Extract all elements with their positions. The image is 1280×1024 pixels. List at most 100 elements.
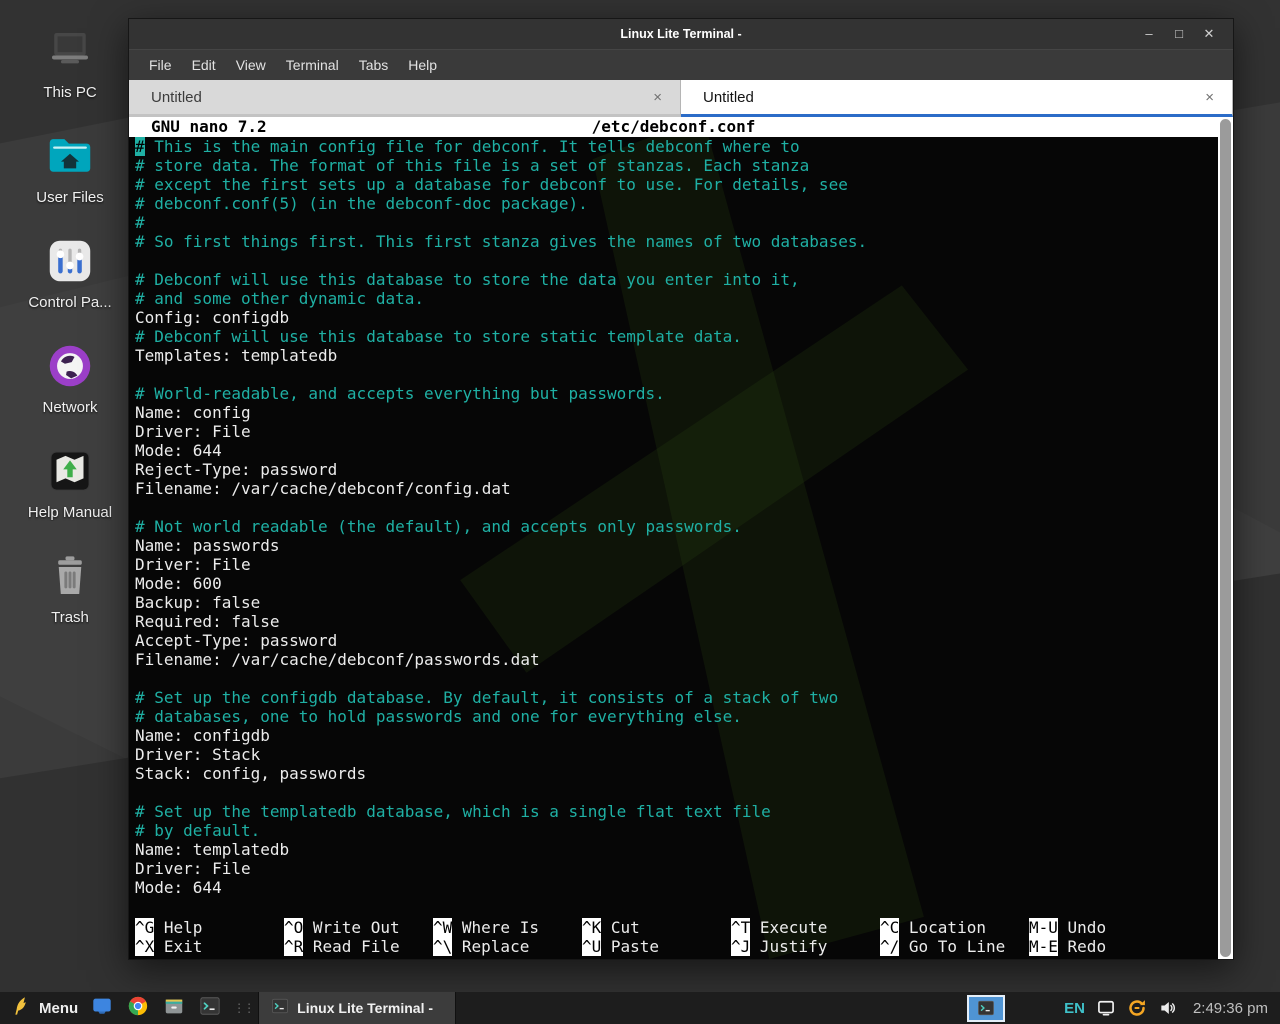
window-titlebar[interactable]: Linux Lite Terminal - – □ ✕ [129, 19, 1233, 49]
terminal-line [135, 498, 1218, 517]
minimize-icon[interactable]: – [1139, 26, 1159, 42]
terminal-line: Config: configdb [135, 308, 1218, 327]
shortcut-undo: M-U Undo [1029, 918, 1178, 937]
tab-label: Untitled [151, 89, 202, 106]
terminal-content[interactable]: # This is the main config file for debco… [129, 137, 1218, 897]
terminal-line: # This is the main config file for debco… [135, 137, 1218, 156]
terminal-line: # [135, 213, 1218, 232]
terminal-line: # and some other dynamic data. [135, 289, 1218, 308]
terminal-line: Required: false [135, 612, 1218, 631]
terminal-line: # Debconf will use this database to stor… [135, 327, 1218, 346]
terminal-line: # Not world readable (the default), and … [135, 517, 1218, 536]
menu-item-file[interactable]: File [139, 53, 182, 77]
help-manual-icon [43, 444, 97, 498]
shortcut-cut: ^K Cut [582, 918, 731, 937]
shortcut-key: ^W [433, 918, 452, 937]
menu-item-tabs[interactable]: Tabs [349, 53, 399, 77]
menu-item-terminal[interactable]: Terminal [276, 53, 349, 77]
scrollbar[interactable] [1218, 117, 1233, 959]
menu-item-edit[interactable]: Edit [182, 53, 226, 77]
terminal-area[interactable]: GNU nano 7.2 /etc/debconf.conf # This is… [129, 117, 1233, 959]
terminal-line: Name: config [135, 403, 1218, 422]
shortcut-column: ^G Help^X Exit [135, 918, 284, 956]
desktop-icon-control-pa[interactable]: Control Pa... [12, 234, 128, 311]
launcher-terminal[interactable] [195, 994, 225, 1022]
terminal-line: # by default. [135, 821, 1218, 840]
shortcut-key: ^/ [880, 937, 899, 956]
display-settings-icon[interactable] [1096, 998, 1116, 1018]
desktop-icon-label: This PC [43, 84, 96, 101]
desktop-icon-label: Trash [51, 609, 89, 626]
terminal-line: # databases, one to hold passwords and o… [135, 707, 1218, 726]
terminal-line: Stack: config, passwords [135, 764, 1218, 783]
terminal-line: Mode: 600 [135, 574, 1218, 593]
desktop-icon-label: Help Manual [28, 504, 112, 521]
start-menu-label: Menu [39, 1000, 78, 1017]
shortcut-column: ^K Cut^U Paste [582, 918, 731, 956]
shortcut-column: ^O Write Out^R Read File [284, 918, 433, 956]
shortcut-write-out: ^O Write Out [284, 918, 433, 937]
maximize-icon[interactable]: □ [1169, 26, 1189, 42]
launcher-archive-manager[interactable] [159, 994, 189, 1022]
desktop-icon-network[interactable]: Network [12, 339, 128, 416]
shortcut-key: ^K [582, 918, 601, 937]
shortcut-location: ^C Location [880, 918, 1029, 937]
terminal-line [135, 251, 1218, 270]
linux-lite-feather-icon [12, 996, 32, 1021]
terminal-window: Linux Lite Terminal - – □ ✕ FileEditView… [128, 18, 1234, 960]
shortcut-column: ^C Location^/ Go To Line [880, 918, 1029, 956]
terminal-line: Name: configdb [135, 726, 1218, 745]
nano-titlebar: GNU nano 7.2 /etc/debconf.conf [129, 117, 1218, 137]
terminal-line: Filename: /var/cache/debconf/config.dat [135, 479, 1218, 498]
menu-item-help[interactable]: Help [398, 53, 447, 77]
terminal-line [135, 365, 1218, 384]
update-manager-icon[interactable] [1127, 998, 1147, 1018]
terminal-line: Driver: File [135, 859, 1218, 878]
desktop-icon-this-pc[interactable]: This PC [12, 24, 128, 101]
volume-icon[interactable] [1158, 998, 1178, 1018]
trash-icon [43, 549, 97, 603]
terminal-line: Accept-Type: password [135, 631, 1218, 650]
tab-close-icon[interactable]: × [1201, 89, 1218, 106]
terminal-icon [271, 997, 289, 1020]
tray-terminal-icon[interactable] [967, 995, 1005, 1022]
menu-item-view[interactable]: View [226, 53, 276, 77]
network-globe-icon [43, 339, 97, 393]
shortcut-key: ^X [135, 937, 154, 956]
launcher-chrome-browser[interactable] [123, 994, 153, 1022]
terminal-line: Driver: File [135, 422, 1218, 441]
start-menu-button[interactable]: Menu [6, 996, 84, 1021]
clock[interactable]: 2:49:36 pm [1193, 1000, 1268, 1017]
desktop-icon-trash[interactable]: Trash [12, 549, 128, 626]
folder-home-icon [43, 129, 97, 183]
nano-editor: GNU nano 7.2 /etc/debconf.conf # This is… [129, 117, 1218, 959]
nano-filename-label: /etc/debconf.conf [129, 117, 1218, 136]
launcher-file-manager[interactable] [87, 994, 117, 1022]
shortcut-paste: ^U Paste [582, 937, 731, 956]
scrollbar-thumb[interactable] [1220, 119, 1231, 957]
system-tray: EN 2:49:36 pm [967, 995, 1274, 1022]
shortcut-key: ^\ [433, 937, 452, 956]
terminal-line: # store data. The format of this file is… [135, 156, 1218, 175]
keyboard-layout-indicator[interactable]: EN [1064, 1000, 1085, 1017]
terminal-line: # So first things first. This first stan… [135, 232, 1218, 251]
task-button-terminal[interactable]: Linux Lite Terminal - [258, 992, 456, 1024]
tab-untitled-1[interactable]: Untitled × [129, 80, 681, 117]
shortcut-key: ^J [731, 937, 750, 956]
desktop-icon-user-files[interactable]: User Files [12, 129, 128, 206]
shortcut-help: ^G Help [135, 918, 284, 937]
close-icon[interactable]: ✕ [1199, 26, 1219, 42]
taskbar-launchers [84, 994, 228, 1022]
terminal-line: # Set up the configdb database. By defau… [135, 688, 1218, 707]
taskbar-separator: ⋮⋮ [233, 1001, 253, 1015]
terminal-line: Reject-Type: password [135, 460, 1218, 479]
taskbar: Menu ⋮⋮ Linux Lite Terminal - EN 2:49:36… [0, 992, 1280, 1024]
tab-bar: Untitled×Untitled× [129, 80, 1233, 117]
terminal-icon [199, 995, 221, 1022]
window-title: Linux Lite Terminal - [129, 27, 1233, 41]
tab-untitled-2[interactable]: Untitled× [681, 80, 1233, 117]
tab-close-icon[interactable]: × [649, 89, 666, 106]
terminal-line: Mode: 644 [135, 878, 1218, 897]
shortcut-column: ^T Execute^J Justify [731, 918, 880, 956]
desktop-icon-help-manual[interactable]: Help Manual [12, 444, 128, 521]
